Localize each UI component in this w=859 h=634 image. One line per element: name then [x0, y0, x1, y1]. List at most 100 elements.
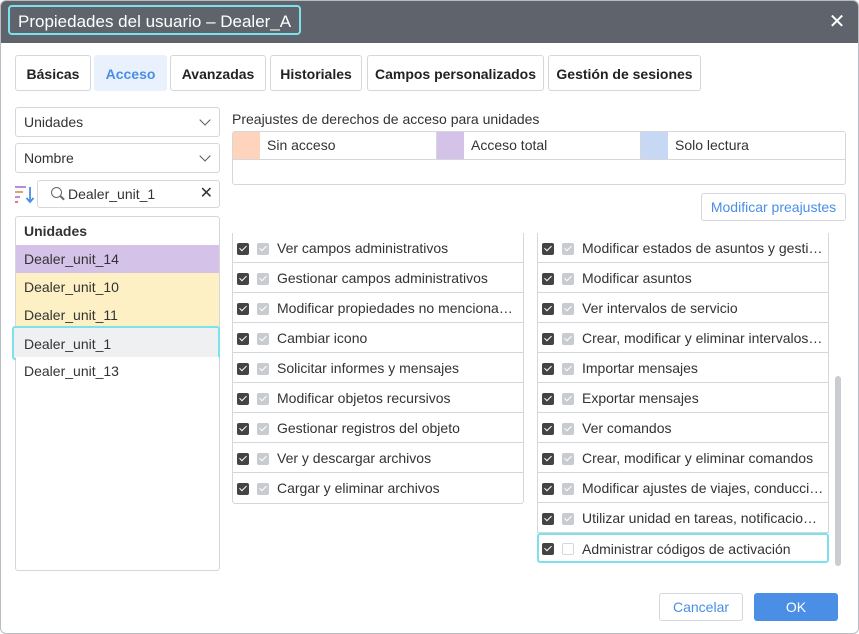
secondary-checkbox-icon[interactable]	[562, 243, 574, 255]
sort-field-value: Nombre	[24, 150, 74, 166]
secondary-checkbox-icon[interactable]	[257, 303, 269, 315]
checkbox-icon[interactable]	[237, 273, 249, 285]
access-right-row[interactable]: Ver comandos	[537, 413, 829, 443]
access-right-label: Modificar ajustes de viajes, conducción	[582, 480, 824, 496]
secondary-checkbox-icon[interactable]	[257, 243, 269, 255]
checkbox-icon[interactable]	[542, 333, 554, 345]
unit-list: Unidades Dealer_unit_14 Dealer_unit_10 D…	[12, 216, 220, 571]
access-right-label: Modificar asuntos	[582, 270, 692, 286]
secondary-checkbox-icon[interactable]	[562, 363, 574, 375]
preset-solo-lectura[interactable]: Solo lectura	[641, 132, 845, 159]
access-right-row[interactable]: Cargar y eliminar archivos	[233, 473, 523, 503]
list-item[interactable]: Dealer_unit_13	[16, 357, 219, 385]
clear-search-icon[interactable]: ✕	[200, 181, 213, 207]
secondary-checkbox-icon[interactable]	[562, 393, 574, 405]
checkbox-icon[interactable]	[542, 393, 554, 405]
secondary-checkbox-icon[interactable]	[562, 333, 574, 345]
access-right-row[interactable]: Crear, modificar y eliminar comandos	[537, 443, 829, 473]
access-right-row[interactable]: Gestionar registros del objeto	[233, 413, 523, 443]
secondary-checkbox-icon[interactable]	[257, 453, 269, 465]
access-right-label: Cargar y eliminar archivos	[277, 480, 440, 496]
checkbox-icon[interactable]	[237, 243, 249, 255]
checkbox-icon[interactable]	[542, 453, 554, 465]
tab-gestion-sesiones[interactable]: Gestión de sesiones	[548, 55, 701, 91]
access-right-label: Ver y descargar archivos	[277, 450, 432, 466]
presets-box: Sin acceso Acceso total Solo lectura	[232, 131, 846, 185]
access-right-row[interactable]: Modificar objetos recursivos	[233, 383, 523, 413]
checkbox-icon[interactable]	[542, 273, 554, 285]
cancel-button[interactable]: Cancelar	[659, 593, 743, 621]
checkbox-icon[interactable]	[237, 363, 249, 375]
secondary-checkbox-icon[interactable]	[562, 543, 574, 555]
list-item-selected[interactable]: Dealer_unit_1	[12, 326, 220, 360]
access-right-label: Gestionar registros del objeto	[277, 420, 460, 436]
access-right-row-focused[interactable]: Administrar códigos de activación	[537, 533, 829, 563]
modify-presets-button[interactable]: Modificar preajustes	[701, 193, 846, 221]
tab-acceso[interactable]: Acceso	[94, 55, 167, 91]
access-right-row[interactable]: Crear, modificar y eliminar intervalos d…	[537, 323, 829, 353]
secondary-checkbox-icon[interactable]	[562, 303, 574, 315]
tab-avanzadas[interactable]: Avanzadas	[170, 55, 266, 91]
tab-historiales[interactable]: Historiales	[270, 55, 362, 91]
scrollbar[interactable]	[835, 376, 841, 566]
checkbox-icon[interactable]	[237, 453, 249, 465]
preset-acceso-total[interactable]: Acceso total	[437, 132, 641, 159]
list-item[interactable]: Dealer_unit_14	[16, 245, 219, 273]
unit-search-input[interactable]: Dealer_unit_1 ✕	[37, 180, 220, 208]
access-right-label: Modificar propiedades no mencionadas	[277, 300, 519, 316]
secondary-checkbox-icon[interactable]	[257, 363, 269, 375]
list-item[interactable]: Dealer_unit_11	[16, 301, 219, 329]
checkbox-icon[interactable]	[237, 483, 249, 495]
access-right-row[interactable]: Importar mensajes	[537, 353, 829, 383]
access-right-row[interactable]: Gestionar campos administrativos	[233, 263, 523, 293]
tab-basicas[interactable]: Básicas	[15, 55, 91, 91]
secondary-checkbox-icon[interactable]	[562, 423, 574, 435]
chevron-down-icon	[199, 114, 211, 126]
access-right-row[interactable]: Modificar asuntos	[537, 263, 829, 293]
secondary-checkbox-icon[interactable]	[562, 273, 574, 285]
checkbox-icon[interactable]	[542, 513, 554, 525]
access-right-row[interactable]: Solicitar informes y mensajes	[233, 353, 523, 383]
ok-button[interactable]: OK	[754, 593, 838, 621]
checkbox-icon[interactable]	[542, 423, 554, 435]
access-right-label: Exportar mensajes	[582, 390, 699, 406]
sort-field-select[interactable]: Nombre	[15, 143, 220, 173]
access-right-row[interactable]: Utilizar unidad en tareas, notificacione…	[537, 503, 829, 533]
checkbox-icon[interactable]	[542, 303, 554, 315]
chevron-down-icon	[199, 150, 211, 162]
checkbox-icon[interactable]	[237, 333, 249, 345]
close-icon[interactable]: ✕	[826, 11, 848, 33]
checkbox-icon[interactable]	[237, 303, 249, 315]
secondary-checkbox-icon[interactable]	[562, 513, 574, 525]
secondary-checkbox-icon[interactable]	[562, 483, 574, 495]
secondary-checkbox-icon[interactable]	[257, 393, 269, 405]
access-right-row[interactable]: Ver campos administrativos	[233, 233, 523, 263]
access-right-label: Ver campos administrativos	[277, 240, 449, 256]
checkbox-icon[interactable]	[542, 243, 554, 255]
secondary-checkbox-icon[interactable]	[257, 423, 269, 435]
checkbox-icon[interactable]	[542, 363, 554, 375]
checkbox-icon[interactable]	[237, 393, 249, 405]
access-right-row[interactable]: Modificar estados de asuntos y gestión	[537, 233, 829, 263]
tab-campos-personalizados[interactable]: Campos personalizados	[367, 55, 544, 91]
access-right-row[interactable]: Modificar ajustes de viajes, conducción	[537, 473, 829, 503]
access-right-row[interactable]: Exportar mensajes	[537, 383, 829, 413]
secondary-checkbox-icon[interactable]	[257, 483, 269, 495]
unit-type-value: Unidades	[24, 114, 84, 130]
access-right-row[interactable]: Modificar propiedades no mencionadas	[233, 293, 523, 323]
list-item[interactable]: Dealer_unit_10	[16, 273, 219, 301]
checkbox-icon[interactable]	[237, 423, 249, 435]
unit-type-select[interactable]: Unidades	[15, 107, 220, 137]
presets-label: Preajustes de derechos de acceso para un…	[232, 111, 540, 127]
sort-order-icon[interactable]	[15, 184, 35, 204]
preset-sin-acceso[interactable]: Sin acceso	[233, 132, 437, 159]
access-right-label: Modificar estados de asuntos y gestión	[582, 240, 824, 256]
checkbox-icon[interactable]	[542, 483, 554, 495]
secondary-checkbox-icon[interactable]	[562, 453, 574, 465]
access-right-row[interactable]: Cambiar icono	[233, 323, 523, 353]
secondary-checkbox-icon[interactable]	[257, 273, 269, 285]
access-right-row[interactable]: Ver y descargar archivos	[233, 443, 523, 473]
checkbox-icon[interactable]	[542, 543, 554, 555]
access-right-row[interactable]: Ver intervalos de servicio	[537, 293, 829, 323]
secondary-checkbox-icon[interactable]	[257, 333, 269, 345]
